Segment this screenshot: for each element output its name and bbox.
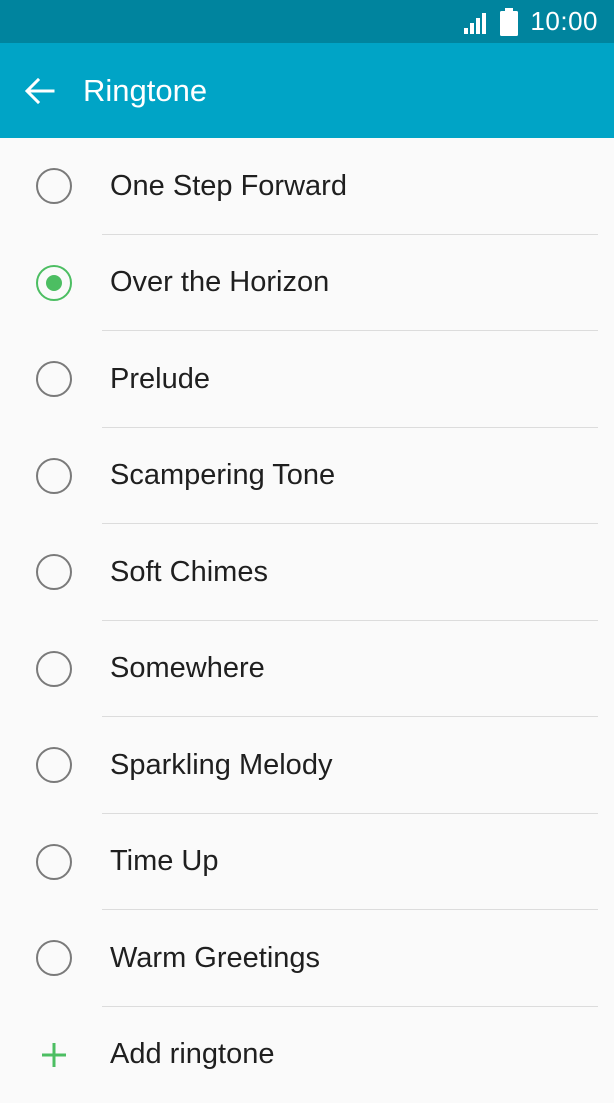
status-icons: 10:00 — [464, 0, 598, 43]
ringtone-label: Prelude — [110, 331, 210, 428]
radio-button[interactable] — [36, 265, 72, 301]
app-bar: Ringtone — [0, 43, 614, 138]
ringtone-label: Sparkling Melody — [110, 717, 332, 814]
status-bar: 10:00 — [0, 0, 614, 43]
signal-icon — [464, 10, 490, 34]
radio-button[interactable] — [36, 940, 72, 976]
ringtone-label: Soft Chimes — [110, 524, 268, 621]
ringtone-label: Scampering Tone — [110, 428, 335, 525]
back-arrow-icon — [25, 78, 55, 104]
ringtone-item[interactable]: Over the Horizon — [0, 235, 614, 332]
radio-button[interactable] — [36, 747, 72, 783]
ringtone-label: Over the Horizon — [110, 235, 329, 332]
add-ringtone-label: Add ringtone — [110, 1007, 274, 1103]
ringtone-item[interactable]: Sparkling Melody — [0, 717, 614, 814]
radio-button[interactable] — [36, 168, 72, 204]
ringtone-item[interactable]: Somewhere — [0, 621, 614, 718]
status-time: 10:00 — [530, 6, 598, 37]
battery-icon — [500, 8, 518, 36]
radio-button[interactable] — [36, 361, 72, 397]
ringtone-label: Warm Greetings — [110, 910, 320, 1007]
ringtone-item[interactable]: Time Up — [0, 814, 614, 911]
radio-button[interactable] — [36, 458, 72, 494]
ringtone-label: One Step Forward — [110, 138, 347, 235]
plus-icon — [36, 1037, 72, 1073]
ringtone-item[interactable]: Scampering Tone — [0, 428, 614, 525]
ringtone-item[interactable]: One Step Forward — [0, 138, 614, 235]
radio-dot-icon — [46, 275, 62, 291]
ringtone-label: Somewhere — [110, 621, 265, 718]
radio-button[interactable] — [36, 651, 72, 687]
page-title: Ringtone — [83, 43, 207, 138]
ringtone-list: One Step Forward Over the Horizon Prelud… — [0, 138, 614, 1103]
ringtone-item[interactable]: Soft Chimes — [0, 524, 614, 621]
ringtone-item[interactable]: Prelude — [0, 331, 614, 428]
ringtone-label: Time Up — [110, 814, 219, 911]
ringtone-item[interactable]: Warm Greetings — [0, 910, 614, 1007]
add-ringtone-button[interactable]: Add ringtone — [0, 1007, 614, 1103]
back-button[interactable] — [16, 67, 64, 115]
radio-button[interactable] — [36, 844, 72, 880]
radio-button[interactable] — [36, 554, 72, 590]
